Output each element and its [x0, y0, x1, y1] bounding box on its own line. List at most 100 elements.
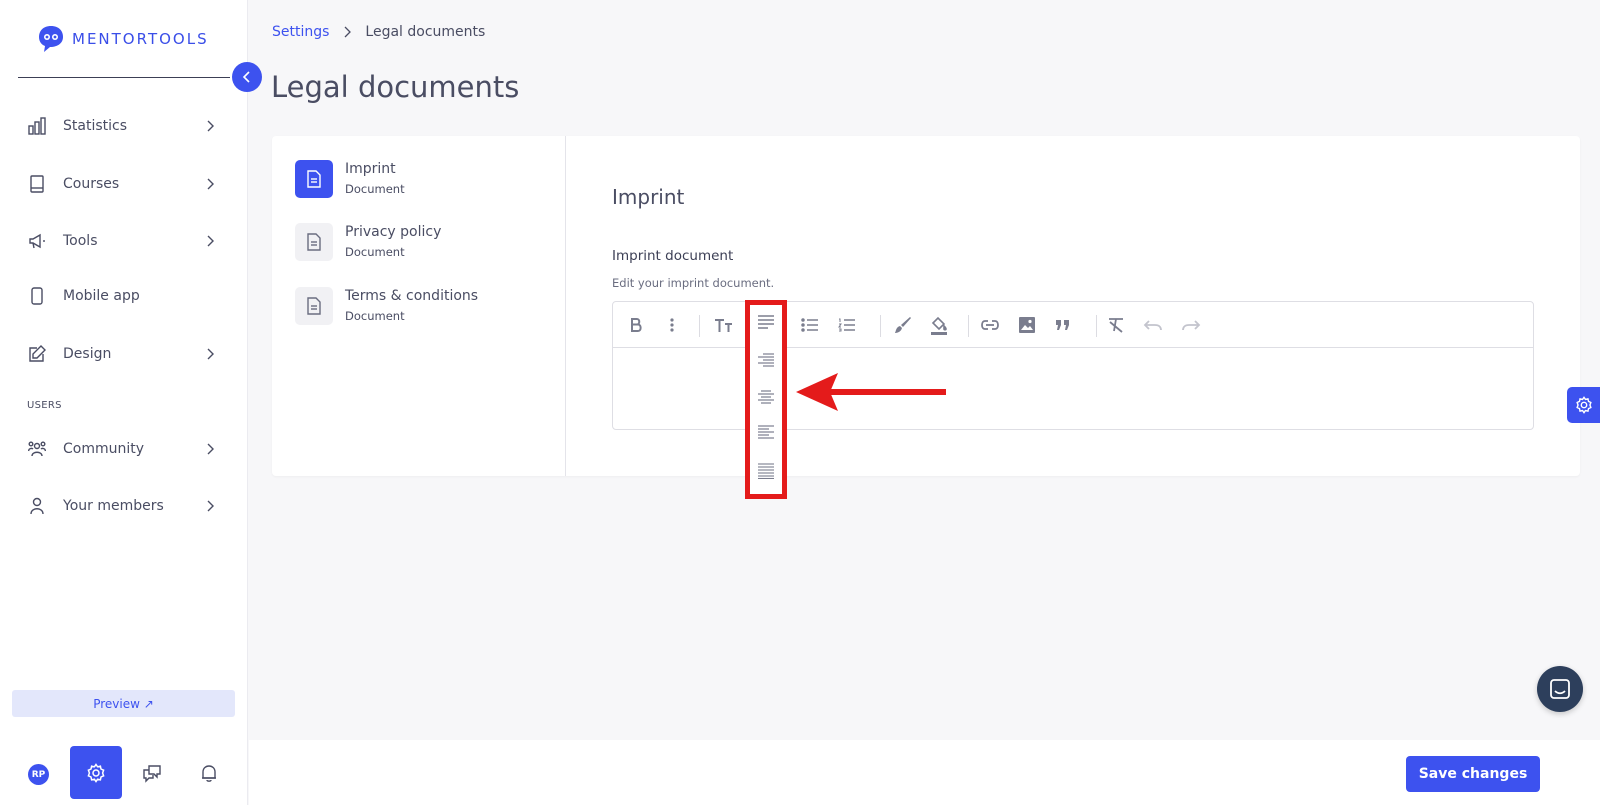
field-label: Imprint document	[612, 248, 734, 264]
settings-button[interactable]	[70, 746, 122, 799]
align-left-icon	[758, 315, 774, 329]
side-settings-button[interactable]	[1567, 387, 1600, 423]
breadcrumb-settings-link[interactable]: Settings	[272, 24, 329, 40]
chevron-right-icon	[207, 178, 214, 190]
doc-item-imprint[interactable]: Imprint Document	[295, 160, 545, 200]
more-vertical-icon	[670, 318, 674, 332]
image-icon	[1019, 317, 1035, 333]
link-icon	[981, 320, 999, 330]
undo-icon	[1143, 320, 1162, 331]
sidebar-item-label: Tools	[63, 233, 98, 249]
doc-badge	[295, 287, 333, 325]
bullet-list-button[interactable]	[799, 315, 821, 335]
redo-icon	[1182, 320, 1201, 331]
doc-badge	[295, 160, 333, 198]
chevron-right-icon	[344, 26, 352, 38]
logo[interactable]: MENTORTOOLS	[36, 24, 209, 54]
doc-title: Imprint	[345, 161, 396, 177]
align-center-option[interactable]	[750, 386, 782, 408]
numbered-list-button[interactable]	[836, 315, 858, 335]
avatar[interactable]: RP	[28, 764, 49, 785]
doc-item-terms-conditions[interactable]: Terms & conditions Document	[295, 287, 545, 327]
breadcrumb: Settings Legal documents	[272, 24, 485, 40]
chevron-right-icon	[207, 443, 214, 455]
brush-icon	[895, 317, 911, 333]
numbered-list-icon	[838, 318, 855, 332]
section-label-users: USERS	[27, 400, 62, 411]
sidebar-item-courses[interactable]: Courses	[0, 164, 248, 204]
bold-icon	[631, 318, 642, 332]
chevron-right-icon	[207, 120, 214, 132]
link-button[interactable]	[979, 315, 1001, 335]
doc-item-privacy-policy[interactable]: Privacy policy Document	[295, 223, 545, 263]
mentortools-logo-icon	[39, 26, 63, 52]
quote-button[interactable]	[1052, 315, 1074, 335]
sidebar: MENTORTOOLS Statistics Courses Tools Mob…	[0, 0, 248, 805]
bold-button[interactable]	[625, 315, 647, 335]
chevron-left-icon	[242, 71, 250, 83]
fill-color-button[interactable]	[928, 315, 950, 335]
chat-icon[interactable]	[142, 763, 162, 783]
align-left-short-option[interactable]	[750, 421, 782, 443]
collapse-sidebar-button[interactable]	[232, 62, 262, 92]
phone-icon	[31, 287, 43, 305]
gear-icon	[87, 762, 105, 783]
image-button[interactable]	[1016, 315, 1038, 335]
clear-format-button[interactable]	[1105, 315, 1127, 335]
footer-bar	[249, 740, 1600, 805]
undo-button[interactable]	[1142, 315, 1164, 335]
doc-badge	[295, 223, 333, 261]
bell-icon[interactable]	[199, 763, 219, 783]
save-changes-button[interactable]: Save changes	[1406, 756, 1540, 792]
fill-color-icon	[931, 316, 947, 335]
sidebar-item-your-members[interactable]: Your members	[0, 486, 248, 526]
chevron-right-icon	[207, 500, 214, 512]
sidebar-item-tools[interactable]: Tools	[0, 221, 248, 261]
sidebar-item-community[interactable]: Community	[0, 429, 248, 469]
quote-icon	[1056, 320, 1069, 330]
sidebar-item-statistics[interactable]: Statistics	[0, 106, 248, 146]
doc-subtitle: Document	[345, 182, 405, 196]
clear-format-icon	[1109, 318, 1123, 333]
brand-name: MENTORTOOLS	[72, 30, 209, 48]
doc-subtitle: Document	[345, 309, 405, 323]
sidebar-item-design[interactable]: Design	[0, 334, 248, 374]
align-right-icon	[758, 353, 774, 367]
doc-subtitle: Document	[345, 245, 405, 259]
support-chat-button[interactable]	[1537, 666, 1583, 712]
chevron-right-icon	[207, 348, 214, 360]
gear-icon	[1575, 396, 1592, 414]
page-title: Legal documents	[271, 70, 520, 104]
sidebar-item-label: Community	[63, 441, 145, 457]
text-size-icon	[715, 319, 732, 332]
book-icon	[30, 175, 44, 193]
text-size-button[interactable]	[713, 315, 735, 335]
doc-title: Terms & conditions	[345, 288, 479, 304]
align-left-short-icon	[758, 425, 774, 439]
document-icon	[307, 297, 321, 315]
preview-button[interactable]: Preview ↗	[12, 690, 235, 717]
sidebar-divider	[18, 77, 230, 78]
more-options-button[interactable]	[661, 315, 683, 335]
breadcrumb-current: Legal documents	[365, 24, 486, 40]
align-left-option[interactable]	[750, 311, 782, 333]
align-dropdown	[745, 300, 787, 499]
chevron-right-icon	[207, 235, 214, 247]
align-justify-icon	[758, 463, 774, 479]
toolbar-separator	[968, 315, 969, 337]
sidebar-item-label: Mobile app	[63, 288, 140, 304]
align-justify-option[interactable]	[750, 460, 782, 482]
user-icon	[30, 497, 44, 515]
bar-chart-icon	[28, 117, 46, 135]
align-right-option[interactable]	[750, 349, 782, 371]
community-icon	[28, 441, 46, 457]
document-icon	[307, 170, 321, 188]
doc-title: Privacy policy	[345, 224, 442, 240]
sidebar-item-label: Courses	[63, 176, 120, 192]
sidebar-item-mobile-app[interactable]: Mobile app	[0, 276, 248, 316]
bullet-list-icon	[801, 318, 818, 332]
text-color-button[interactable]	[892, 315, 914, 335]
toolbar-separator	[1096, 315, 1097, 337]
redo-button[interactable]	[1180, 315, 1202, 335]
chat-bubble-icon	[1550, 679, 1570, 699]
